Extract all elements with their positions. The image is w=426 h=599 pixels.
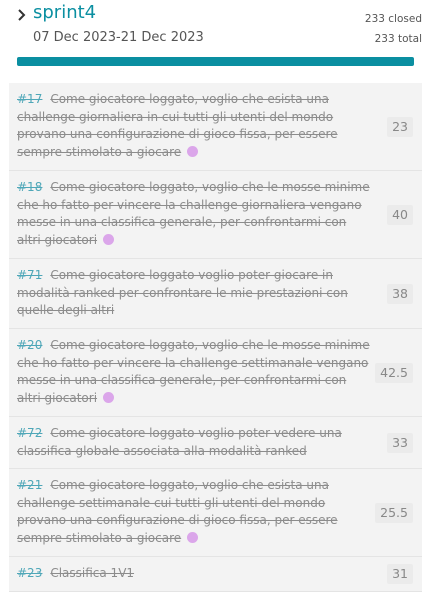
story-points: 23 (387, 116, 413, 137)
total-count: 233 total (374, 33, 422, 45)
sprint-progress-fill (17, 57, 414, 66)
user-story-subject: Come giocatore loggato, voglio che le mo… (17, 180, 370, 247)
closed-count: 233 closed (364, 13, 422, 25)
story-points: 38 (387, 283, 413, 304)
user-story-ref[interactable]: #20 (17, 338, 42, 352)
tag-dot (187, 145, 199, 157)
user-story-subject: Come giocatore loggato voglio poter vede… (17, 426, 342, 458)
story-points: 40 (387, 204, 413, 225)
user-story-subject: Come giocatore loggato, voglio che le mo… (17, 338, 370, 405)
user-story-row[interactable]: #71 Come giocatore loggato voglio poter g… (9, 259, 422, 329)
user-story-text[interactable]: #17 Come giocatore loggato, voglio che es… (17, 91, 372, 161)
user-story-subject: Come giocatore loggato, voglio che esist… (17, 478, 338, 545)
user-story-list: #17 Come giocatore loggato, voglio che es… (9, 83, 422, 592)
user-story-row[interactable]: #21 Come giocatore loggato, voglio che es… (9, 469, 422, 557)
user-story-subject: Come giocatore loggato, voglio che esist… (17, 92, 338, 159)
user-story-ref[interactable]: #17 (17, 92, 42, 106)
user-story-row[interactable]: #17 Come giocatore loggato, voglio che es… (9, 83, 422, 171)
tag-dot (103, 391, 115, 403)
story-points: 42.5 (375, 362, 413, 383)
user-story-ref[interactable]: #71 (17, 268, 42, 282)
user-story-row[interactable]: #23 Classifica 1V1 31 (9, 557, 422, 592)
sprint-header: sprint4 07 Dec 2023-21 Dec 2023 233 clos… (0, 0, 426, 75)
story-points: 31 (387, 564, 413, 584)
user-story-ref[interactable]: #23 (17, 566, 42, 580)
chevron-right-icon[interactable] (17, 9, 27, 21)
tag-dot (103, 233, 115, 245)
tag-dot (187, 531, 199, 543)
user-story-subject: Come giocatore loggato voglio poter gioc… (17, 268, 348, 318)
sprint-title[interactable]: sprint4 (33, 2, 96, 23)
sprint-dates: 07 Dec 2023-21 Dec 2023 (33, 30, 204, 45)
story-points: 33 (387, 432, 413, 453)
user-story-ref[interactable]: #18 (17, 180, 42, 194)
user-story-text[interactable]: #71 Come giocatore loggato voglio poter g… (17, 267, 372, 320)
user-story-row[interactable]: #20 Come giocatore loggato, voglio che le… (9, 329, 422, 417)
user-story-text[interactable]: #20 Come giocatore loggato, voglio che le… (17, 337, 372, 407)
user-story-text[interactable]: #23 Classifica 1V1 (17, 565, 372, 583)
story-points: 25.5 (375, 502, 413, 523)
user-story-text[interactable]: #18 Come giocatore loggato, voglio che le… (17, 179, 372, 249)
user-story-ref[interactable]: #72 (17, 426, 42, 440)
user-story-row[interactable]: #72 Come giocatore loggato voglio poter v… (9, 417, 422, 469)
user-story-row[interactable]: #18 Come giocatore loggato, voglio che le… (9, 171, 422, 259)
sprint-progress-bar (17, 57, 414, 66)
user-story-text[interactable]: #21 Come giocatore loggato, voglio che es… (17, 477, 372, 547)
user-story-text[interactable]: #72 Come giocatore loggato voglio poter v… (17, 425, 372, 460)
user-story-ref[interactable]: #21 (17, 478, 42, 492)
user-story-subject: Classifica 1V1 (50, 566, 135, 580)
